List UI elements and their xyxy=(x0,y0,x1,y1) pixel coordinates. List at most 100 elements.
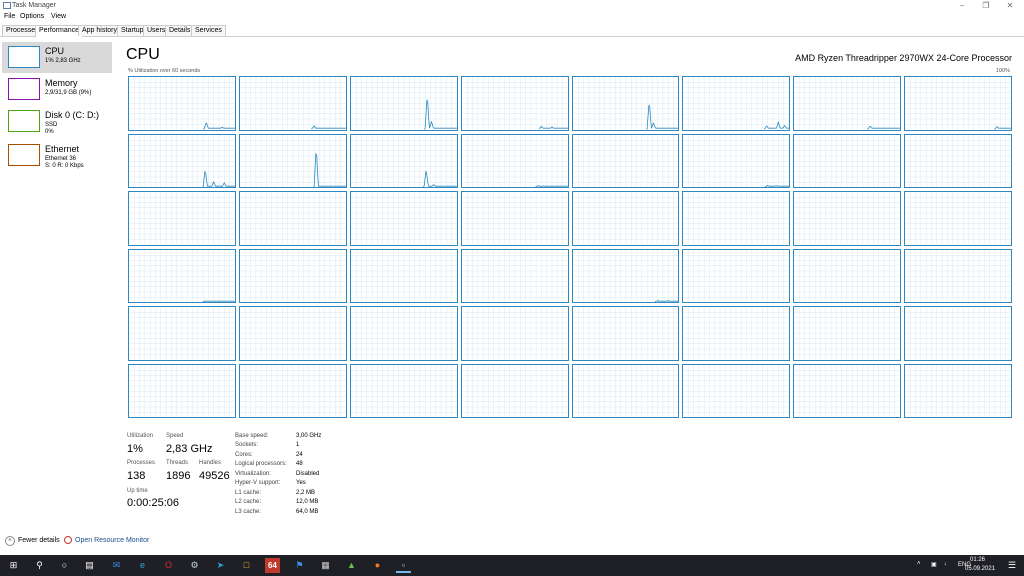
sidebar-item-memory[interactable]: Memory 2,9/31,9 GB (9%) xyxy=(2,74,112,105)
cpu-core-graph xyxy=(238,306,347,361)
cpu-core-graph xyxy=(128,248,236,303)
cpu-core-graph xyxy=(793,363,902,418)
title-bar: Task Manager – ❐ ✕ xyxy=(0,0,1024,12)
chevron-up-icon[interactable]: ˄ xyxy=(5,536,15,546)
file-explorer-icon[interactable]: □ xyxy=(239,558,254,573)
info-value: 48 xyxy=(296,461,303,467)
cpu-core-graph xyxy=(128,306,236,361)
info-key: Cores: xyxy=(235,452,253,458)
cpu-core-graph xyxy=(571,133,680,188)
cpu-core-graph xyxy=(128,133,236,188)
cpu-core-graph xyxy=(571,306,680,361)
cpu-core-graph xyxy=(904,133,1012,188)
tab-services[interactable]: Services xyxy=(191,25,226,36)
cpu-core-graph xyxy=(349,306,458,361)
handles-value: 49526 xyxy=(199,470,230,482)
resource-sidebar: CPU 1% 2,83 GHz Memory 2,9/31,9 GB (9%) … xyxy=(0,40,113,180)
cpu-core-graph xyxy=(238,133,347,188)
sidebar-item-sub: Ethernet 36 xyxy=(45,156,77,162)
utilization-line xyxy=(765,184,790,187)
utilization-line xyxy=(534,184,568,187)
info-value: Disabled xyxy=(296,471,320,477)
taskbar: ⊞ ⚲ ○ ▤ ✉ e O ⚙ ➤ □ 64 ⚑ ▦ ▲ ● ▫ ˄ ▣ ♩ E… xyxy=(0,555,1024,576)
cpu-core-graph xyxy=(682,363,791,418)
cpu-core-graph xyxy=(460,306,569,361)
maximize-icon[interactable]: ❐ xyxy=(974,0,998,12)
info-key: Base speed: xyxy=(235,433,269,439)
menu-file[interactable]: File xyxy=(4,13,15,20)
cpu-core-graph xyxy=(128,363,236,418)
opera-icon[interactable]: O xyxy=(161,558,176,573)
menu-options[interactable]: Options xyxy=(20,13,44,20)
notifications-icon[interactable]: ☰ xyxy=(1008,560,1016,571)
cortana-icon[interactable]: ○ xyxy=(57,558,72,573)
info-value: 64,0 MB xyxy=(296,509,319,515)
uptime-value: 0:00:25:06 xyxy=(127,497,179,509)
minimize-icon[interactable]: – xyxy=(950,0,974,12)
cpu-core-graph xyxy=(793,133,902,188)
tray-chevron-icon[interactable]: ˄ xyxy=(917,561,921,567)
cpu-core-graph xyxy=(904,363,1012,418)
cpu-core-graph xyxy=(571,248,680,303)
maps-icon[interactable]: ⚑ xyxy=(292,558,307,573)
cpu-core-graph xyxy=(793,306,902,361)
utilization-line xyxy=(423,99,457,130)
edge-icon[interactable]: e xyxy=(135,558,150,573)
utilization-line xyxy=(422,170,457,187)
sidebar-item-disk[interactable]: Disk 0 (C: D:) SSD 0% xyxy=(2,106,112,137)
cpu-core-graph xyxy=(460,133,569,188)
threads-label: Threads xyxy=(166,460,189,466)
handles-label: Handles xyxy=(199,460,222,466)
threads-value: 1896 xyxy=(166,470,191,482)
photos-icon[interactable]: ▲ xyxy=(344,558,359,573)
steam-icon[interactable]: ⚙ xyxy=(187,558,202,573)
tab-app-history[interactable]: App history xyxy=(78,25,122,36)
info-key: Sockets: xyxy=(235,442,259,448)
cpu-core-graph xyxy=(238,76,347,131)
utilization-line xyxy=(538,125,568,130)
mail-icon[interactable]: ✉ xyxy=(109,558,124,573)
clock-date[interactable]: 05.09.2021 xyxy=(965,566,995,572)
ethernet-thumbnail-graph xyxy=(8,144,40,166)
cpu-core-graph xyxy=(349,248,458,303)
sidebar-item-sub: 1% 2,83 GHz xyxy=(45,58,81,64)
window-title: Task Manager xyxy=(12,2,56,9)
open-resource-monitor-link[interactable]: Open Resource Monitor xyxy=(75,537,149,544)
network-icon[interactable]: ▣ xyxy=(931,561,937,568)
fewer-details-link[interactable]: Fewer details xyxy=(18,537,60,544)
sidebar-item-sub: 2,9/31,9 GB (9%) xyxy=(45,90,92,96)
tab-performance[interactable]: Performance xyxy=(35,25,84,37)
cpu-core-graph xyxy=(460,191,569,246)
resource-monitor-icon[interactable] xyxy=(64,536,72,544)
task-manager-app-icon xyxy=(3,2,11,9)
sidebar-item-ethernet[interactable]: Ethernet Ethernet 36 S: 0 R: 0 Kbps xyxy=(2,140,112,171)
cpu-core-graph xyxy=(238,191,347,246)
cpu-core-graph xyxy=(460,76,569,131)
aida64-icon[interactable]: 64 xyxy=(265,558,280,573)
clock-time[interactable]: 01:26 xyxy=(970,557,985,563)
firefox-icon[interactable]: ● xyxy=(370,558,385,573)
cpu-core-graph xyxy=(682,248,791,303)
telegram-icon[interactable]: ➤ xyxy=(213,558,228,573)
cpu-core-graph xyxy=(904,248,1012,303)
search-icon[interactable]: ⚲ xyxy=(32,558,47,573)
processes-value: 138 xyxy=(127,470,146,482)
task-manager-icon[interactable]: ▫ xyxy=(396,558,411,573)
utilization-value: 1% xyxy=(127,443,143,455)
close-icon[interactable]: ✕ xyxy=(998,0,1022,12)
cpu-core-graph xyxy=(904,306,1012,361)
cpu-core-graph xyxy=(349,191,458,246)
start-icon[interactable]: ⊞ xyxy=(6,558,21,573)
calculator-icon[interactable]: ▦ xyxy=(318,558,333,573)
cpu-model-name: AMD Ryzen Threadripper 2970WX 24-Core Pr… xyxy=(795,53,1012,63)
sidebar-item-cpu[interactable]: CPU 1% 2,83 GHz xyxy=(2,42,112,73)
volume-icon[interactable]: ♩ xyxy=(944,561,950,567)
cpu-core-graph xyxy=(128,191,236,246)
cpu-core-graph xyxy=(793,248,902,303)
sidebar-item-sub: SSD xyxy=(45,122,58,128)
task-view-icon[interactable]: ▤ xyxy=(82,558,97,573)
menu-view[interactable]: View xyxy=(51,13,66,20)
info-key: L1 cache: xyxy=(235,490,262,496)
tab-details[interactable]: Details xyxy=(165,25,195,36)
cpu-core-graph xyxy=(904,76,1012,131)
